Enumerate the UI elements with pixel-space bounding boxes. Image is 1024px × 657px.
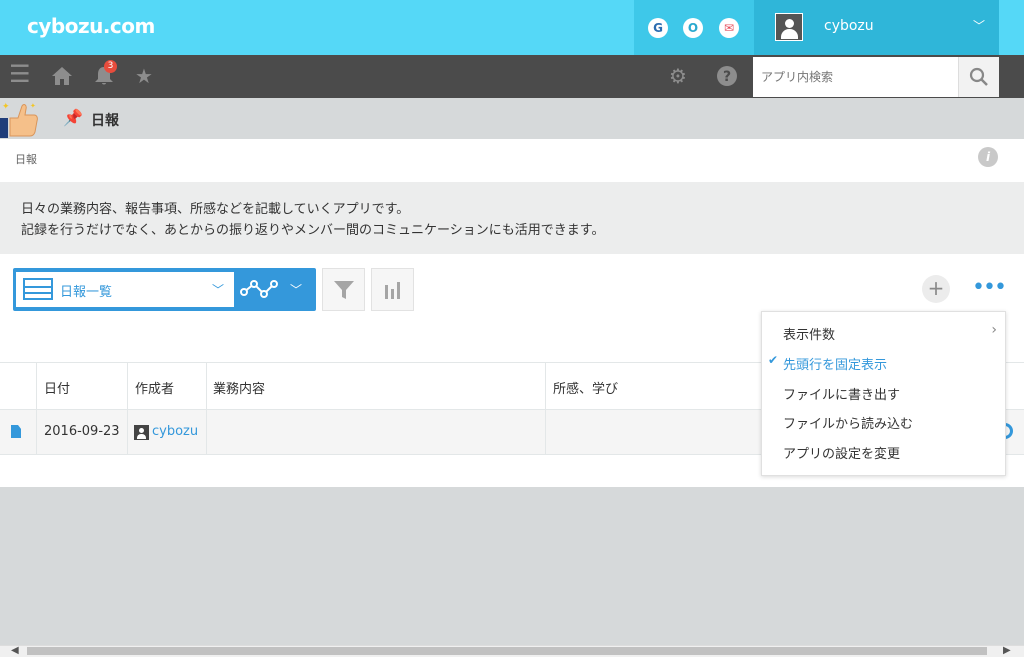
header-cell[interactable]: 業務内容	[207, 363, 546, 409]
menu-item-label: 表示件数	[783, 328, 836, 343]
column-header-work: 業務内容	[213, 382, 266, 397]
filter-button[interactable]	[322, 268, 365, 311]
chevron-down-icon: ﹀	[212, 283, 225, 297]
header-cell[interactable]: 所感、学び	[546, 363, 761, 409]
svg-text:✦: ✦	[30, 102, 36, 110]
top-header: cybozu.com G O ✉ cybozu ﹀	[0, 0, 1024, 55]
gear-icon[interactable]: ⚙	[669, 65, 687, 87]
svg-text:?: ?	[723, 69, 731, 85]
cybozu-logo[interactable]: cybozu.com	[27, 14, 155, 38]
chevron-right-icon: ›	[991, 322, 997, 338]
app-thumbs-up-icon: ✦ ✦	[0, 100, 40, 138]
header-cell[interactable]: 作成者	[128, 363, 207, 409]
menu-icon[interactable]: ☰	[9, 62, 31, 86]
menu-item-app-settings[interactable]: アプリの設定を変更	[762, 436, 1005, 466]
menu-item-records-per-page[interactable]: 表示件数 ›	[762, 317, 1005, 347]
help-icon[interactable]: ?	[716, 65, 738, 91]
table-view-icon	[23, 278, 53, 300]
check-icon: ✔	[768, 353, 779, 367]
notification-badge: 3	[104, 60, 117, 73]
office-icon[interactable]: O	[683, 18, 703, 38]
date-value: 2016-09-23	[44, 424, 120, 439]
options-menu: 表示件数 › ✔ 先頭行を固定表示 ファイルに書き出す ファイルから読み込む ア…	[761, 311, 1006, 476]
app-description: 日々の業務内容、報告事項、所感などを記載していくアプリです。 記録を行うだけでな…	[0, 182, 1024, 254]
scroll-left-icon[interactable]: ◀	[11, 645, 19, 656]
avatar	[775, 13, 803, 41]
document-icon[interactable]	[11, 425, 21, 438]
column-header-notes: 所感、学び	[553, 382, 619, 397]
app-title: 日報	[91, 113, 119, 129]
chart-button[interactable]	[371, 268, 414, 311]
app-search-input[interactable]	[753, 57, 958, 97]
cell-work	[207, 410, 546, 454]
menu-item-label: ファイルから読み込む	[783, 417, 914, 432]
add-record-button[interactable]: +	[922, 275, 950, 303]
svg-text:✦: ✦	[2, 102, 10, 112]
menu-item-fix-header[interactable]: ✔ 先頭行を固定表示	[762, 347, 1005, 377]
menu-item-export[interactable]: ファイルに書き出す	[762, 377, 1005, 407]
scroll-right-icon[interactable]: ▶	[1003, 645, 1011, 656]
menu-item-label: ファイルに書き出す	[783, 388, 901, 403]
breadcrumb: 日報	[0, 139, 1024, 182]
chevron-down-icon[interactable]: ﹀	[290, 281, 302, 298]
breadcrumb-app[interactable]: 日報	[15, 151, 37, 167]
column-header-date: 日付	[44, 382, 71, 397]
more-options-icon[interactable]: •••	[972, 277, 1007, 299]
home-icon[interactable]	[51, 65, 73, 91]
scrollbar-thumb[interactable]	[27, 647, 987, 655]
header-cell	[0, 363, 37, 409]
description-line: 記録を行うだけでなく、あとからの振り返りやメンバー間のコミュニケーションにも活用…	[21, 223, 605, 238]
cell-notes	[546, 410, 761, 454]
row-detail-cell[interactable]	[0, 410, 37, 454]
menu-item-label: 先頭行を固定表示	[783, 358, 888, 373]
graph-icon[interactable]	[240, 278, 280, 300]
menu-item-import[interactable]: ファイルから読み込む	[762, 406, 1005, 436]
creator-link[interactable]: cybozu	[152, 424, 198, 439]
column-header-creator: 作成者	[135, 382, 175, 397]
star-icon[interactable]: ★	[135, 65, 153, 87]
cell-date: 2016-09-23	[37, 410, 128, 454]
search-button[interactable]	[958, 57, 999, 97]
header-cell[interactable]: 日付	[37, 363, 128, 409]
view-label: 日報一覧	[60, 285, 113, 300]
app-header	[0, 98, 1024, 139]
garoon-icon[interactable]: G	[648, 18, 668, 38]
user-icon	[134, 425, 149, 440]
mailwise-icon[interactable]: ✉	[719, 18, 739, 38]
chevron-down-icon: ﹀	[972, 19, 985, 33]
user-menu[interactable]: cybozu ﹀	[754, 0, 999, 55]
description-line: 日々の業務内容、報告事項、所感などを記載していくアプリです。	[21, 202, 410, 217]
service-links: G O ✉	[634, 0, 754, 55]
pin-icon[interactable]: 📌	[63, 108, 83, 127]
user-name: cybozu	[824, 18, 874, 34]
menu-item-label: アプリの設定を変更	[783, 447, 901, 462]
info-icon[interactable]: i	[978, 147, 998, 167]
